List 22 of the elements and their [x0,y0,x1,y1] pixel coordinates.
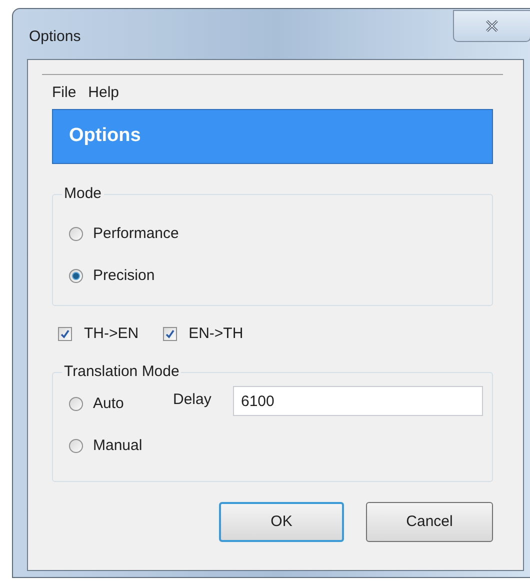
delay-field[interactable]: 6100 [233,386,483,416]
radio-button[interactable] [69,227,83,241]
radio-button[interactable] [69,397,83,411]
radio-label: Precision [93,266,155,286]
radio-label: Auto [93,394,124,414]
window-title: Options [29,27,81,47]
checkbox-label: EN->TH [188,324,244,344]
delay-label: Delay [173,390,212,410]
dialog-button[interactable]: OK [219,502,344,542]
radio-button[interactable] [69,439,83,453]
radio-label: Performance [93,224,179,244]
menu-item[interactable]: File [52,82,76,104]
checkbox[interactable] [162,327,177,341]
banner-title: Options [69,124,141,148]
menu-item[interactable]: Help [88,82,120,104]
close-icon [485,20,499,32]
radio-label: Manual [93,436,142,456]
dialog-button[interactable]: Cancel [366,502,493,542]
checkbox-label: TH->EN [84,324,139,344]
checkbox[interactable] [58,327,72,341]
close-button[interactable] [453,10,530,42]
radio-button[interactable] [69,269,83,283]
